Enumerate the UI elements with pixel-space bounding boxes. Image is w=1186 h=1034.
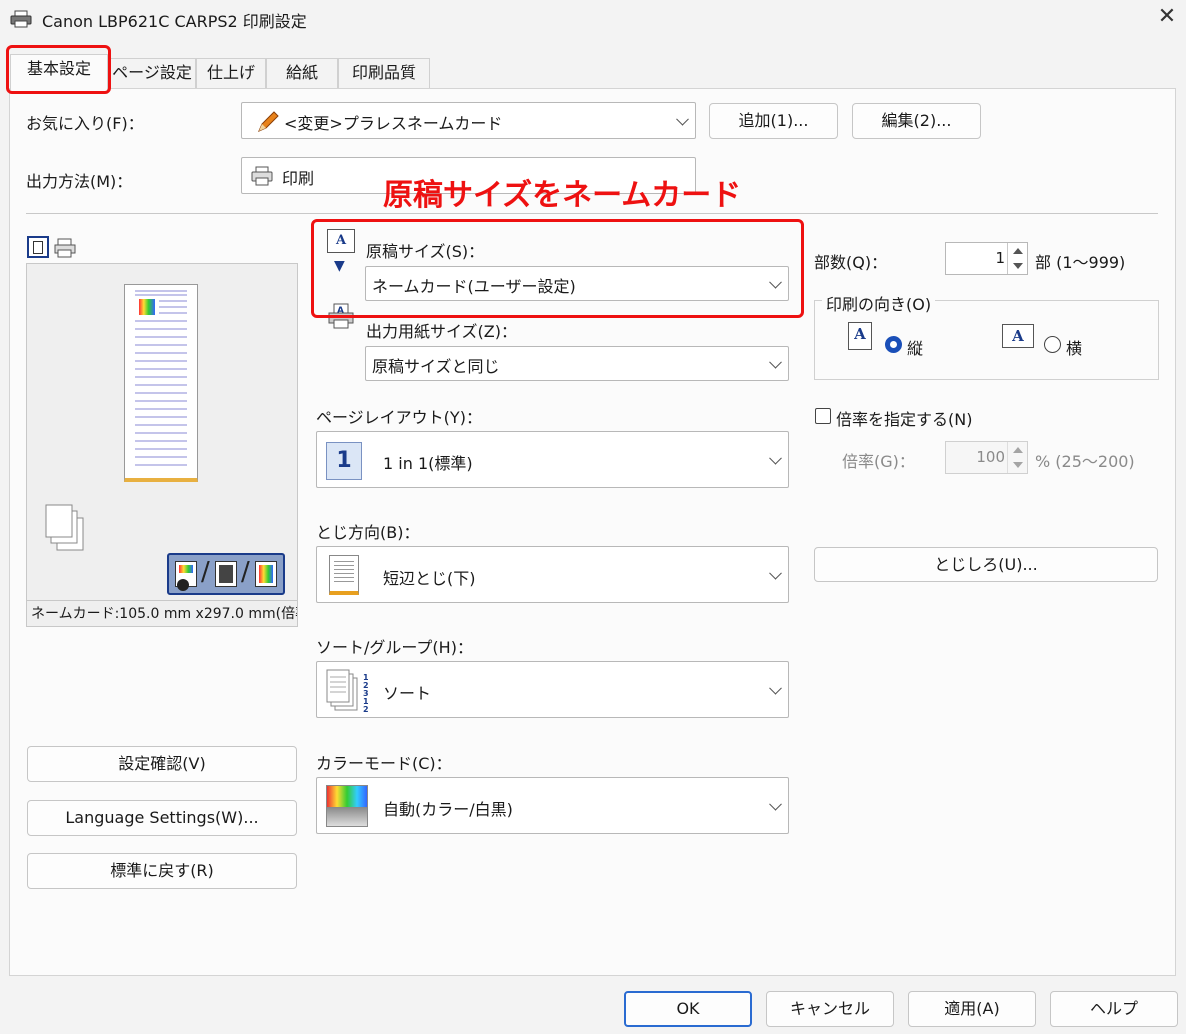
tab-label: ページ設定	[112, 63, 192, 82]
copies-label: 部数(Q)：	[814, 253, 888, 272]
close-icon[interactable]: ✕	[1150, 2, 1184, 32]
preview-pane: / /	[26, 263, 298, 601]
color-mode-value: 自動(カラー/白黒)	[383, 800, 513, 819]
ok-button[interactable]: OK	[624, 991, 752, 1027]
tab-paper-source[interactable]: 給紙	[266, 58, 338, 88]
svg-text:2: 2	[363, 705, 369, 714]
binding-select[interactable]: 短辺とじ(下)	[316, 546, 789, 603]
binding-margin-button[interactable]: とじしろ(U)...	[814, 547, 1158, 582]
edit-favorite-button[interactable]: 編集(2)...	[852, 103, 981, 139]
preview-mode-icon-printer[interactable]	[54, 238, 76, 258]
portrait-icon: A	[848, 322, 872, 350]
tab-print-quality[interactable]: 印刷品質	[338, 58, 430, 88]
sort-label: ソート/グループ(H)：	[316, 638, 473, 657]
restore-defaults-button[interactable]: 標準に戻す(R)	[27, 853, 297, 889]
scaling-checkbox-label: 倍率を指定する(N)	[836, 410, 973, 429]
preview-caption: ネームカード:105.0 mm x297.0 mm(倍率	[26, 601, 298, 627]
page-layout-label: ページレイアウト(Y)：	[316, 408, 482, 427]
sort-value: ソート	[383, 684, 432, 703]
language-settings-button[interactable]: Language Settings(W)...	[27, 800, 297, 836]
landscape-radio[interactable]	[1044, 336, 1061, 353]
color-mode-label: カラーモード(C)：	[316, 754, 452, 773]
preview-page	[124, 284, 198, 482]
binding-value: 短辺とじ(下)	[383, 569, 476, 588]
page-layout-value: 1 in 1(標準)	[383, 454, 473, 473]
annotation-text: 原稿サイズをネームカード	[383, 178, 742, 213]
preview-caption-text: ネームカード:105.0 mm x297.0 mm(倍率	[31, 606, 298, 622]
page-layout-icon: 1	[326, 442, 362, 480]
landscape-icon-letter: A	[1012, 327, 1024, 345]
highlight-original-size	[311, 219, 804, 318]
pencil-icon	[258, 111, 279, 132]
chevron-down-icon	[769, 797, 782, 811]
output-paper-label: 出力用紙サイズ(Z)：	[366, 322, 517, 341]
portrait-label: 縦	[907, 339, 924, 358]
output-method-value: 印刷	[282, 169, 315, 188]
copies-unit: 部 (1〜999)	[1035, 253, 1126, 272]
copies-value: 1	[995, 249, 1005, 267]
color-mode-preview-icons: / /	[167, 553, 285, 595]
scaling-spinner[interactable]: 100	[945, 441, 1028, 474]
landscape-label: 横	[1066, 339, 1083, 358]
orientation-label: 印刷の向き(O)	[822, 291, 936, 315]
confirm-settings-button[interactable]: 設定確認(V)	[27, 746, 297, 782]
page-lines	[135, 290, 187, 466]
tab-label: 仕上げ	[206, 63, 255, 82]
color-mode-icon	[326, 785, 368, 827]
page-layout-icon-number: 1	[336, 448, 352, 473]
binding-label: とじ方向(B)：	[316, 523, 420, 542]
copies-stack-icon	[45, 504, 84, 551]
sort-stack-icon: 12312	[326, 669, 369, 714]
output-paper-value: 原稿サイズと同じ	[372, 357, 500, 376]
output-paper-select[interactable]: 原稿サイズと同じ	[365, 346, 789, 381]
favorites-select[interactable]: <変更>プラレスネームカード	[241, 102, 696, 139]
favorites-label: お気に入り(F)：	[26, 114, 144, 133]
tab-finishing[interactable]: 仕上げ	[196, 58, 266, 88]
chevron-down-icon	[769, 566, 782, 580]
add-favorite-button[interactable]: 追加(1)...	[709, 103, 838, 139]
landscape-icon: A	[1002, 324, 1034, 348]
highlight-tab	[6, 45, 111, 94]
portrait-radio[interactable]	[885, 336, 902, 353]
tab-label: 給紙	[285, 63, 318, 82]
preview-mode-icon-page[interactable]	[27, 236, 49, 258]
tab-page-setup[interactable]: ページ設定	[108, 58, 196, 88]
scaling-range: % (25〜200)	[1035, 452, 1135, 471]
cancel-button[interactable]: キャンセル	[766, 991, 894, 1027]
chevron-down-icon	[769, 451, 782, 465]
printer-icon	[251, 166, 273, 186]
favorites-value: <変更>プラレスネームカード	[284, 114, 503, 133]
apply-button[interactable]: 適用(A)	[908, 991, 1036, 1027]
scaling-label: 倍率(G)：	[842, 452, 915, 471]
chevron-down-icon	[769, 681, 782, 695]
spin-arrows-icon[interactable]	[1007, 442, 1027, 473]
tab-label: 印刷品質	[351, 63, 416, 82]
color-mode-select[interactable]: 自動(カラー/白黒)	[316, 777, 789, 834]
page-layout-select[interactable]: 1 1 in 1(標準)	[316, 431, 789, 488]
output-method-label: 出力方法(M)：	[26, 172, 133, 191]
spin-arrows-icon[interactable]	[1007, 243, 1027, 274]
binding-icon	[329, 555, 359, 595]
printer-icon	[10, 10, 32, 28]
copies-spinner[interactable]: 1	[945, 242, 1028, 275]
scaling-value: 100	[976, 448, 1005, 466]
sort-select[interactable]: 12312 ソート	[316, 661, 789, 718]
help-button[interactable]: ヘルプ	[1050, 991, 1178, 1027]
chevron-down-icon	[676, 112, 689, 126]
portrait-icon-letter: A	[854, 325, 866, 343]
window-title: Canon LBP621C CARPS2 印刷設定	[42, 12, 307, 31]
chevron-down-icon	[769, 355, 782, 369]
scaling-checkbox[interactable]	[815, 408, 831, 424]
